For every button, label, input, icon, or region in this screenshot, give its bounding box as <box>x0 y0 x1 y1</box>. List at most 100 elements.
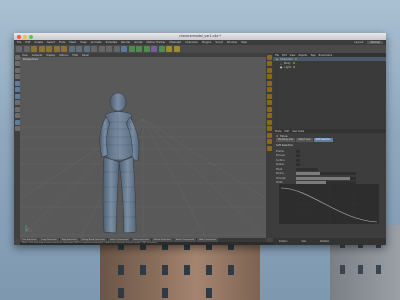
om-menu-bookmarks[interactable]: Bookmarks <box>319 54 332 57</box>
am-menu-edit[interactable]: Edit <box>285 130 290 133</box>
menu-simulate[interactable]: Simulate <box>106 41 117 44</box>
make-editable-icon[interactable] <box>14 54 20 60</box>
scale-icon[interactable] <box>46 46 52 52</box>
smooth-tool-icon[interactable] <box>267 113 272 118</box>
cube-icon[interactable] <box>121 46 127 52</box>
polygons-mode-icon[interactable] <box>14 93 20 99</box>
undo-icon[interactable] <box>16 46 22 52</box>
cinema4d-window: characermodel_var1.c4d * File Edit Creat… <box>14 33 386 245</box>
live-selection-icon[interactable] <box>31 46 37 52</box>
texture-mode-icon[interactable] <box>14 67 20 73</box>
solo-icon[interactable] <box>14 126 20 131</box>
menu-create[interactable]: Create <box>34 41 43 44</box>
array-icon[interactable] <box>143 46 150 52</box>
om-menu-file[interactable]: File <box>275 54 279 57</box>
tab-modeling-axis[interactable]: Modeling Axis <box>276 138 296 142</box>
spline-pen-icon[interactable] <box>128 46 135 52</box>
recent-tools-icon[interactable] <box>61 46 67 52</box>
floor-icon[interactable] <box>158 46 165 52</box>
viewport-canvas[interactable] <box>20 57 266 238</box>
brush-tool-icon[interactable] <box>267 87 272 92</box>
menu-character[interactable]: Character <box>185 41 198 44</box>
render-settings-icon[interactable] <box>113 46 120 52</box>
menu-file[interactable]: File <box>17 41 21 44</box>
magnet-tool-icon[interactable] <box>267 100 272 105</box>
menu-tools[interactable]: Tools <box>59 41 65 44</box>
weld-tool-icon[interactable] <box>267 126 272 131</box>
visibility-dot-icon[interactable] <box>294 58 297 60</box>
subdivision-surface-icon[interactable] <box>136 46 142 52</box>
edges-mode-icon[interactable] <box>14 87 20 92</box>
rubber-checkbox[interactable] <box>296 163 300 167</box>
layout-select[interactable]: Startup <box>367 40 383 44</box>
workplane-icon[interactable] <box>14 119 20 125</box>
z-axis-icon[interactable] <box>83 46 90 52</box>
menu-snap[interactable]: Snap <box>80 41 87 44</box>
render-view-icon[interactable] <box>98 46 105 52</box>
workplane-mode-icon[interactable] <box>14 74 20 79</box>
camera-icon[interactable] <box>166 46 172 52</box>
strength-slider[interactable] <box>296 176 356 180</box>
preview-checkbox[interactable] <box>296 154 300 158</box>
knife-tool-icon[interactable] <box>267 61 272 66</box>
om-menu-edit[interactable]: Edit <box>282 54 287 57</box>
mirror-tool-icon[interactable] <box>267 106 272 112</box>
3d-viewport[interactable]: View Cameras Display Options Filter Pane… <box>20 53 266 238</box>
menu-mesh[interactable]: Mesh <box>69 41 76 44</box>
tab-object-axis[interactable]: Object Axis <box>296 138 313 142</box>
om-menu-objects[interactable]: Objects <box>298 54 307 57</box>
move-tool-icon[interactable] <box>267 54 272 60</box>
om-menu-view[interactable]: View <box>290 54 296 57</box>
polygon-pen-tool-icon[interactable] <box>267 145 272 151</box>
visibility-dot-icon[interactable] <box>292 62 295 64</box>
title-bar[interactable]: characermodel_var1.c4d * <box>14 33 386 40</box>
redo-icon[interactable] <box>23 46 30 52</box>
menu-mograph[interactable]: MoGraph <box>169 41 181 44</box>
radius-slider[interactable] <box>296 172 356 176</box>
viewport-label: Perspective <box>23 58 39 61</box>
surface-checkbox[interactable] <box>296 158 300 162</box>
menu-render[interactable]: Render <box>121 41 130 44</box>
spin-edge-tool-icon[interactable] <box>267 139 272 144</box>
x-axis-icon[interactable] <box>68 46 75 52</box>
iron-tool-icon[interactable] <box>267 93 272 99</box>
menu-script[interactable]: Script <box>215 41 223 44</box>
snapping-icon[interactable] <box>14 113 20 118</box>
menu-sculpt[interactable]: Sculpt <box>134 41 142 44</box>
model-mode-icon[interactable] <box>14 61 20 66</box>
enable-axis-icon[interactable] <box>14 100 20 105</box>
menu-window[interactable]: Window <box>227 41 237 44</box>
coord-rotation-header: Rotation <box>320 240 330 243</box>
om-menu-tags[interactable]: Tags <box>310 54 315 57</box>
enable-checkbox[interactable] <box>296 149 300 153</box>
am-menu-mode[interactable]: Mode <box>275 130 282 133</box>
menu-select[interactable]: Select <box>47 41 55 44</box>
extrude-tool-icon[interactable] <box>267 67 272 73</box>
light-icon[interactable] <box>173 46 180 52</box>
am-menu-user-data[interactable]: User Data <box>292 130 304 133</box>
points-mode-icon[interactable] <box>14 80 20 86</box>
menu-edit[interactable]: Edit <box>25 41 30 44</box>
y-axis-icon[interactable] <box>76 46 82 52</box>
mode-select[interactable] <box>296 167 318 171</box>
visibility-dot-icon[interactable] <box>292 66 295 68</box>
bend-deformer-icon[interactable] <box>151 46 157 52</box>
bridge-tool-icon[interactable] <box>267 80 272 86</box>
bevel-tool-icon[interactable] <box>267 74 272 79</box>
tweak-mode-icon[interactable] <box>14 106 20 112</box>
menu-help[interactable]: Help <box>241 41 247 44</box>
menu-plugins[interactable]: Plugins <box>202 41 211 44</box>
coord-position-header: Position <box>279 240 288 243</box>
move-icon[interactable] <box>38 46 45 52</box>
menu-motion-tracker[interactable]: Motion Tracker <box>146 41 165 44</box>
render-picture-viewer-icon[interactable] <box>106 46 112 52</box>
object-row-light[interactable]: ● Light <box>273 65 386 69</box>
coordinate-system-icon[interactable] <box>91 46 97 52</box>
slide-tool-icon[interactable] <box>267 132 272 138</box>
tab-soft-selection[interactable]: Soft Selection <box>313 138 333 142</box>
menu-animate[interactable]: Animate <box>91 41 102 44</box>
coordinates-manager: Position Size Rotation <box>273 238 386 245</box>
falloff-curve[interactable] <box>279 184 379 224</box>
rotate-icon[interactable] <box>53 46 60 52</box>
stitch-tool-icon[interactable] <box>267 119 272 125</box>
